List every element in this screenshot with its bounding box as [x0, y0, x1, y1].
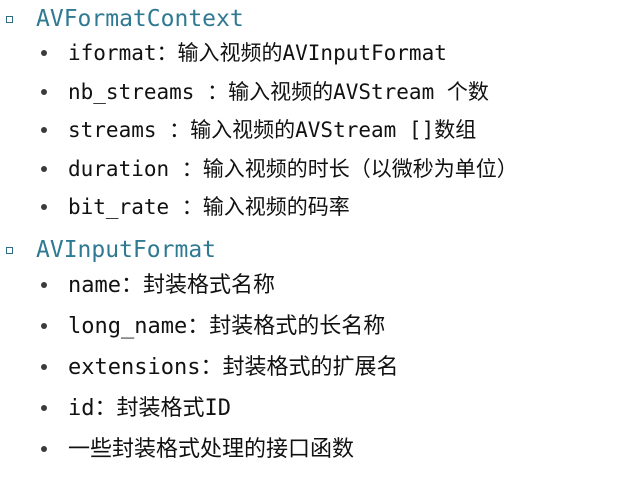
- dot-bullet-icon: [41, 446, 47, 452]
- section-title: AVFormatContext: [36, 6, 244, 32]
- list-item: duration ：输入视频的时长（以微秒为单位）: [0, 150, 624, 189]
- list-item-text: duration ：输入视频的时长（以微秒为单位）: [68, 156, 518, 181]
- list-item: nb_streams ：输入视频的AVStream 个数: [0, 73, 624, 112]
- dot-bullet-icon: [41, 165, 47, 172]
- list-item-text: long_name：封装格式的长名称: [68, 314, 386, 339]
- list-item: id：封装格式ID: [0, 388, 624, 429]
- section-avformatcontext: AVFormatContext iformat：输入视频的AVInputForm…: [0, 4, 624, 227]
- list-item-text: nb_streams ：输入视频的AVStream 个数: [68, 79, 489, 104]
- list-item: streams ：输入视频的AVStream []数组: [0, 111, 624, 150]
- list-item-text: bit_rate ：输入视频的码率: [68, 195, 350, 219]
- list-item-text: id：封装格式ID: [68, 396, 231, 421]
- section-heading: AVFormatContext: [0, 4, 624, 34]
- dot-bullet-icon: [41, 282, 47, 288]
- dot-bullet-icon: [41, 204, 47, 210]
- list-item: extensions：封装格式的扩展名: [0, 347, 624, 388]
- dot-bullet-icon: [41, 323, 47, 329]
- square-bullet-icon: [6, 16, 13, 23]
- section-title: AVInputFormat: [36, 237, 217, 263]
- dot-bullet-icon: [41, 364, 47, 370]
- list-item: name：封装格式名称: [0, 265, 624, 306]
- dot-bullet-icon: [41, 127, 47, 133]
- dot-bullet-icon: [41, 50, 47, 56]
- list-item: bit_rate ：输入视频的码率: [0, 188, 624, 227]
- dot-bullet-icon: [41, 405, 47, 411]
- slide: AVFormatContext iformat：输入视频的AVInputForm…: [0, 0, 624, 482]
- list-item-text: streams ：输入视频的AVStream []数组: [68, 118, 477, 142]
- list-item-text: extensions：封装格式的扩展名: [68, 355, 399, 380]
- square-bullet-icon: [6, 247, 13, 254]
- section-heading: AVInputFormat: [0, 235, 624, 265]
- section-avinputformat: AVInputFormat name：封装格式名称 long_name：封装格式…: [0, 235, 624, 470]
- list-item-text: iformat：输入视频的AVInputFormat: [68, 41, 447, 65]
- dot-bullet-icon: [41, 88, 47, 95]
- list-item: iformat：输入视频的AVInputFormat: [0, 34, 624, 73]
- list-item-text: name：封装格式名称: [68, 273, 275, 298]
- list-item: long_name：封装格式的长名称: [0, 306, 624, 347]
- list-item-text: 一些封装格式处理的接口函数: [68, 437, 355, 462]
- list-item: 一些封装格式处理的接口函数: [0, 429, 624, 470]
